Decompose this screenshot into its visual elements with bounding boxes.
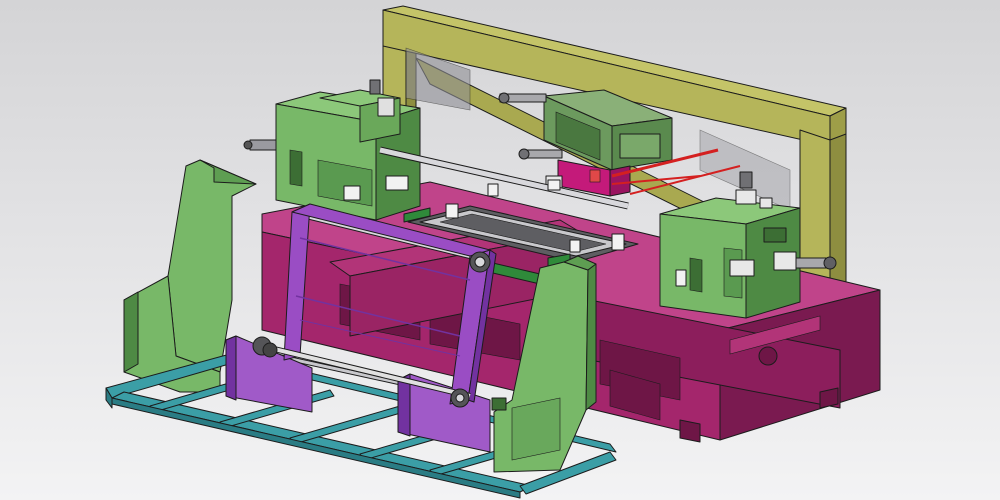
machine-assembly-drawing bbox=[105, 5, 881, 499]
cad-viewport[interactable] bbox=[0, 0, 1000, 500]
